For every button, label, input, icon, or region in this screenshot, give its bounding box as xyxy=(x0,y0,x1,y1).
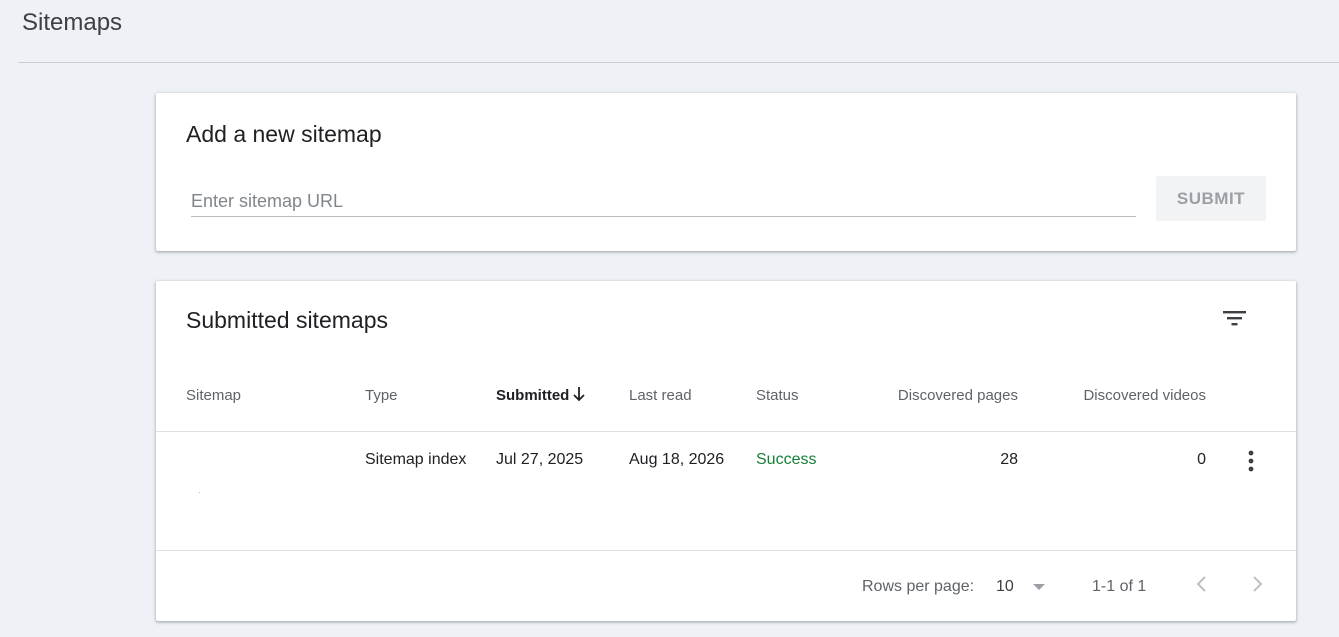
column-header-submitted[interactable]: Submitted xyxy=(496,387,569,404)
cell-type: Sitemap index xyxy=(365,451,467,468)
chevron-left-icon[interactable] xyxy=(1192,574,1212,594)
column-header-status[interactable]: Status xyxy=(756,387,799,404)
add-sitemap-title: Add a new sitemap xyxy=(186,121,382,147)
sitemap-url-placeholder xyxy=(199,492,200,493)
dropdown-arrow-icon[interactable] xyxy=(1032,582,1046,592)
submitted-sitemaps-card: Submitted sitemaps Sitemap Type Submitte… xyxy=(156,281,1296,621)
title-divider xyxy=(18,62,1339,63)
cell-submitted: Jul 27, 2025 xyxy=(496,451,584,468)
sitemap-url-input[interactable] xyxy=(191,186,1136,217)
cell-discovered-videos: 0 xyxy=(1197,451,1206,468)
filter-icon[interactable] xyxy=(1222,307,1250,329)
submit-button[interactable]: SUBMIT xyxy=(1156,176,1266,221)
column-header-discovered-videos[interactable]: Discovered videos xyxy=(1083,387,1206,404)
cell-discovered-pages: 28 xyxy=(1000,451,1018,468)
submitted-sitemaps-title: Submitted sitemaps xyxy=(186,307,388,333)
table-footer-divider xyxy=(156,550,1296,551)
rows-per-page-value[interactable]: 10 xyxy=(996,578,1014,596)
column-header-type[interactable]: Type xyxy=(365,387,398,404)
column-header-last-read[interactable]: Last read xyxy=(629,387,692,404)
sort-descending-icon[interactable] xyxy=(571,385,587,403)
add-sitemap-card: Add a new sitemap SUBMIT xyxy=(156,93,1296,251)
column-header-sitemap[interactable]: Sitemap xyxy=(186,387,241,404)
rows-per-page-label: Rows per page: xyxy=(862,578,975,595)
page-title: Sitemaps xyxy=(22,9,123,36)
table-header-divider xyxy=(156,431,1296,432)
more-vert-icon[interactable] xyxy=(1241,449,1261,473)
cell-last-read: Aug 18, 2026 xyxy=(629,451,725,468)
chevron-right-icon[interactable] xyxy=(1247,574,1267,594)
page-range-label: 1-1 of 1 xyxy=(1092,578,1147,595)
cell-status: Success xyxy=(756,451,817,468)
column-header-discovered-pages[interactable]: Discovered pages xyxy=(898,387,1018,404)
sitemaps-page: Sitemaps Add a new sitemap SUBMIT Submit… xyxy=(0,0,1339,637)
